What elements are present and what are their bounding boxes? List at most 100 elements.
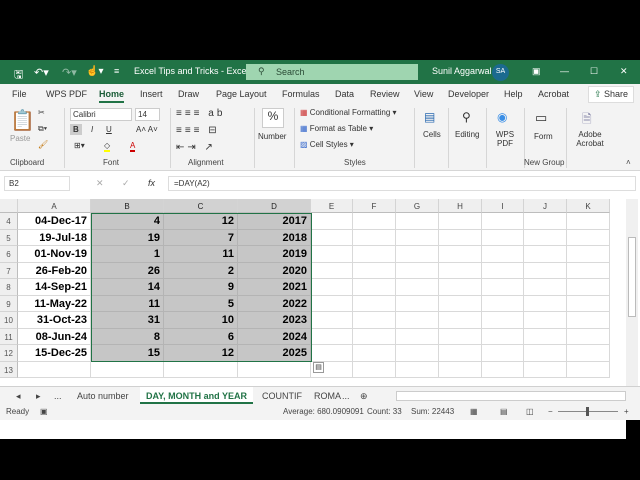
column-header-a[interactable]: A bbox=[18, 199, 91, 213]
cell-F9[interactable] bbox=[353, 295, 396, 312]
zoom-in-icon[interactable]: + bbox=[624, 407, 629, 416]
row-header[interactable]: 5 bbox=[0, 229, 18, 246]
cell-J5[interactable] bbox=[524, 229, 567, 246]
alignment-icons[interactable]: ≡≡≡ ab bbox=[176, 108, 225, 119]
accessibility-icon[interactable]: ▣ bbox=[40, 407, 48, 416]
ribbon-display-icon[interactable]: ▣ bbox=[532, 66, 541, 77]
select-all-corner[interactable] bbox=[0, 199, 18, 213]
cell-C13[interactable] bbox=[164, 361, 238, 378]
tab-view[interactable]: View bbox=[414, 89, 433, 99]
row-header[interactable]: 6 bbox=[0, 246, 18, 263]
cell-K9[interactable] bbox=[567, 295, 610, 312]
zoom-out-icon[interactable]: − bbox=[548, 407, 553, 416]
cell-J4[interactable] bbox=[524, 213, 567, 230]
editing-button[interactable]: Editing bbox=[455, 130, 479, 139]
tab-review[interactable]: Review bbox=[370, 89, 400, 99]
column-header-e[interactable]: E bbox=[311, 199, 353, 213]
cell-I6[interactable] bbox=[482, 246, 524, 263]
collapse-ribbon-icon[interactable]: ˄ bbox=[626, 158, 631, 167]
cell-K7[interactable] bbox=[567, 262, 610, 279]
cell-C12[interactable]: 12 bbox=[164, 345, 238, 362]
row-header[interactable]: 4 bbox=[0, 213, 18, 230]
tab-help[interactable]: Help bbox=[504, 89, 523, 99]
cell-I11[interactable] bbox=[482, 328, 524, 345]
prev-sheet-icon[interactable]: ◂ bbox=[16, 391, 21, 402]
cell-H4[interactable] bbox=[439, 213, 482, 230]
avatar[interactable]: SA bbox=[492, 64, 509, 81]
row-header[interactable]: 7 bbox=[0, 262, 18, 279]
cell-J13[interactable] bbox=[524, 361, 567, 378]
cell-H6[interactable] bbox=[439, 246, 482, 263]
page-layout-view-icon[interactable]: ▤ bbox=[500, 407, 508, 416]
cancel-icon[interactable]: ✕ bbox=[96, 178, 104, 189]
cell-F13[interactable] bbox=[353, 361, 396, 378]
adobe-acrobat-button[interactable]: Adobe Acrobat bbox=[572, 130, 608, 148]
cell-A4[interactable]: 04-Dec-17 bbox=[18, 213, 91, 230]
cell-A8[interactable]: 14-Sep-21 bbox=[18, 279, 91, 296]
next-sheet-icon[interactable]: ▸ bbox=[36, 391, 41, 402]
cell-E4[interactable] bbox=[311, 213, 353, 230]
cell-B10[interactable]: 31 bbox=[91, 312, 164, 329]
cell-F11[interactable] bbox=[353, 328, 396, 345]
cell-D7[interactable]: 2020 bbox=[238, 262, 311, 279]
cell-A13[interactable] bbox=[18, 361, 91, 378]
cell-I13[interactable] bbox=[482, 361, 524, 378]
row-header[interactable]: 9 bbox=[0, 295, 18, 312]
cell-J9[interactable] bbox=[524, 295, 567, 312]
font-size-select[interactable]: 14 bbox=[135, 108, 160, 121]
cell-E11[interactable] bbox=[311, 328, 353, 345]
tab-page-layout[interactable]: Page Layout bbox=[216, 89, 267, 99]
horizontal-scrollbar[interactable] bbox=[396, 391, 626, 401]
sheet-tab-countif[interactable]: COUNTIF bbox=[262, 391, 302, 401]
cell-B5[interactable]: 19 bbox=[91, 229, 164, 246]
tab-draw[interactable]: Draw bbox=[178, 89, 199, 99]
row-header[interactable]: 12 bbox=[0, 345, 18, 362]
cell-G12[interactable] bbox=[396, 345, 439, 362]
maximize-icon[interactable]: ☐ bbox=[590, 66, 598, 77]
paste-button[interactable]: Paste bbox=[10, 134, 30, 143]
cell-J11[interactable] bbox=[524, 328, 567, 345]
cell-A12[interactable]: 15-Dec-25 bbox=[18, 345, 91, 362]
name-box[interactable]: B2 bbox=[4, 176, 70, 191]
add-sheet-icon[interactable]: ⊕ bbox=[360, 391, 368, 402]
cell-A11[interactable]: 08-Jun-24 bbox=[18, 328, 91, 345]
cell-H9[interactable] bbox=[439, 295, 482, 312]
customize-qat-icon[interactable]: ≡ bbox=[114, 66, 119, 76]
cell-C7[interactable]: 2 bbox=[164, 262, 238, 279]
quick-analysis-icon[interactable]: ▤ bbox=[313, 362, 324, 373]
cell-D4[interactable]: 2017 bbox=[238, 213, 311, 230]
cell-C6[interactable]: 11 bbox=[164, 246, 238, 263]
underline-button[interactable]: U bbox=[106, 125, 112, 134]
cell-I9[interactable] bbox=[482, 295, 524, 312]
cell-G8[interactable] bbox=[396, 279, 439, 296]
cell-J10[interactable] bbox=[524, 312, 567, 329]
cell-D10[interactable]: 2023 bbox=[238, 312, 311, 329]
format-as-table-button[interactable]: ▦ Format as Table ▾ bbox=[300, 124, 373, 133]
copy-icon[interactable]: ⧉▾ bbox=[38, 124, 47, 134]
cell-I4[interactable] bbox=[482, 213, 524, 230]
cell-A10[interactable]: 31-Oct-23 bbox=[18, 312, 91, 329]
cell-B7[interactable]: 26 bbox=[91, 262, 164, 279]
cell-K11[interactable] bbox=[567, 328, 610, 345]
page-break-view-icon[interactable]: ◫ bbox=[526, 407, 534, 416]
cut-icon[interactable]: ✂ bbox=[38, 108, 45, 117]
touch-mode-icon[interactable]: ☝▾ bbox=[86, 66, 103, 77]
cell-G9[interactable] bbox=[396, 295, 439, 312]
cell-C8[interactable]: 9 bbox=[164, 279, 238, 296]
cell-G10[interactable] bbox=[396, 312, 439, 329]
cell-K8[interactable] bbox=[567, 279, 610, 296]
cell-A7[interactable]: 26-Feb-20 bbox=[18, 262, 91, 279]
cell-C5[interactable]: 7 bbox=[164, 229, 238, 246]
cell-H7[interactable] bbox=[439, 262, 482, 279]
cell-F4[interactable] bbox=[353, 213, 396, 230]
tab-formulas[interactable]: Formulas bbox=[282, 89, 320, 99]
paste-icon[interactable]: 📋 bbox=[10, 108, 35, 133]
cell-K10[interactable] bbox=[567, 312, 610, 329]
column-header-b[interactable]: B bbox=[91, 199, 164, 213]
cell-H8[interactable] bbox=[439, 279, 482, 296]
cell-I12[interactable] bbox=[482, 345, 524, 362]
cell-D8[interactable]: 2021 bbox=[238, 279, 311, 296]
cell-B9[interactable]: 11 bbox=[91, 295, 164, 312]
cell-J12[interactable] bbox=[524, 345, 567, 362]
number-format-button[interactable]: Number bbox=[258, 132, 286, 141]
